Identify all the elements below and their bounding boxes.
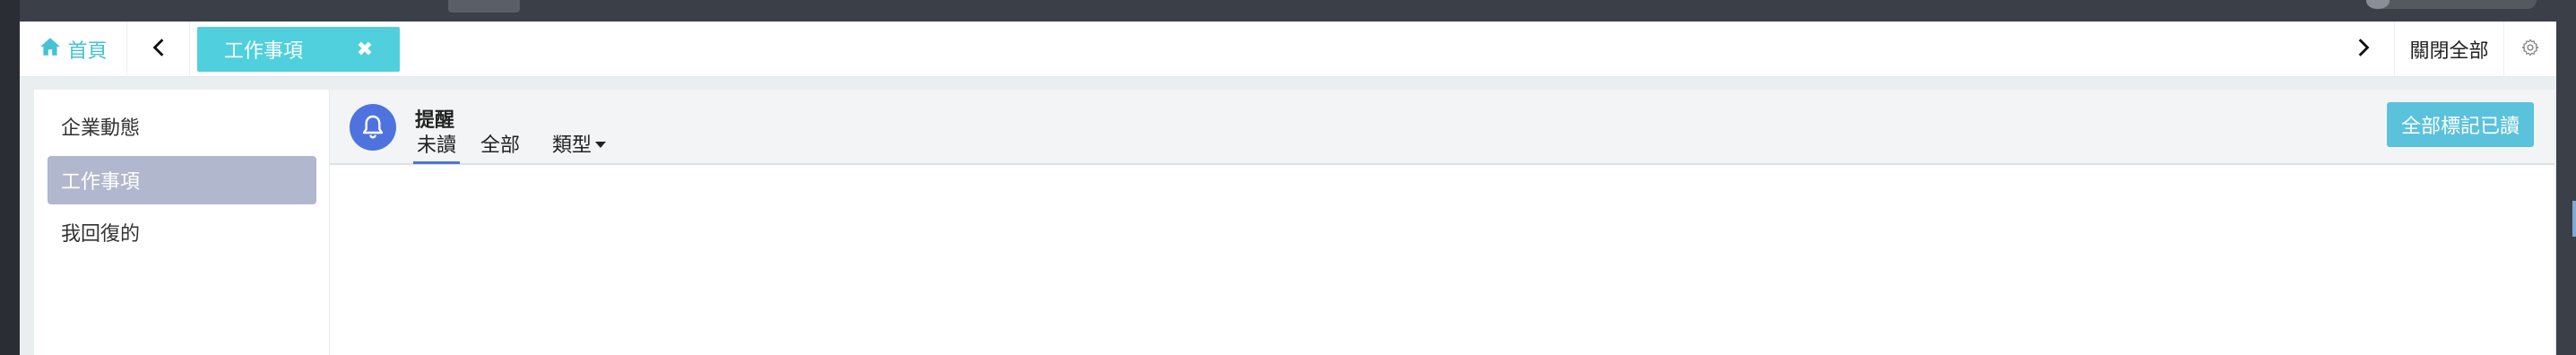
- tab-unread[interactable]: 未讀: [413, 129, 461, 164]
- scroll-edge: [2572, 201, 2576, 237]
- main-panel: 提醒 未讀 全部 類型 全部標記已讀: [330, 90, 2554, 355]
- avatar[interactable]: [2366, 0, 2390, 9]
- sidebar-item-company-news[interactable]: 企業動態: [48, 102, 316, 151]
- tab-work-items[interactable]: 工作事項 ✖: [197, 27, 400, 72]
- user-menu[interactable]: [2366, 0, 2537, 9]
- home-label: 首頁: [67, 40, 108, 63]
- gear-icon: [2520, 38, 2540, 61]
- left-dark-edge: [0, 0, 20, 355]
- settings-button[interactable]: [2504, 22, 2556, 77]
- bell-icon: [350, 104, 396, 151]
- sidebar-item-my-replies[interactable]: 我回復的: [48, 208, 316, 256]
- close-icon[interactable]: ✖: [351, 27, 378, 72]
- tab-bar: 首頁 工作事項 ✖ 關閉全部: [20, 22, 2556, 77]
- close-all-tabs-button[interactable]: 關閉全部: [2395, 22, 2504, 77]
- reminder-header: 提醒 未讀 全部 類型 全部標記已讀: [330, 90, 2554, 165]
- tabs-next-button[interactable]: [2332, 22, 2395, 77]
- chevron-left-icon: [151, 38, 167, 61]
- home-tab[interactable]: 首頁: [20, 22, 127, 77]
- home-icon: [39, 35, 62, 64]
- app-top-strip: [0, 0, 2576, 355]
- caret-down-icon: [595, 141, 607, 148]
- tab-type-label: 類型: [552, 134, 592, 157]
- tab-all[interactable]: 全部: [480, 129, 520, 158]
- top-tab-stub[interactable]: [448, 0, 520, 13]
- sidebar: 企業動態 工作事項 我回復的: [34, 90, 330, 355]
- tabs-prev-button[interactable]: [127, 22, 190, 77]
- chevron-right-icon: [2356, 38, 2372, 61]
- mark-all-read-button[interactable]: 全部標記已讀: [2387, 102, 2534, 147]
- tab-type-dropdown[interactable]: 類型: [552, 129, 607, 158]
- right-dark-edge: [2556, 22, 2576, 355]
- sidebar-item-work-items[interactable]: 工作事項: [48, 156, 316, 204]
- tab-work-items-label: 工作事項: [224, 40, 304, 63]
